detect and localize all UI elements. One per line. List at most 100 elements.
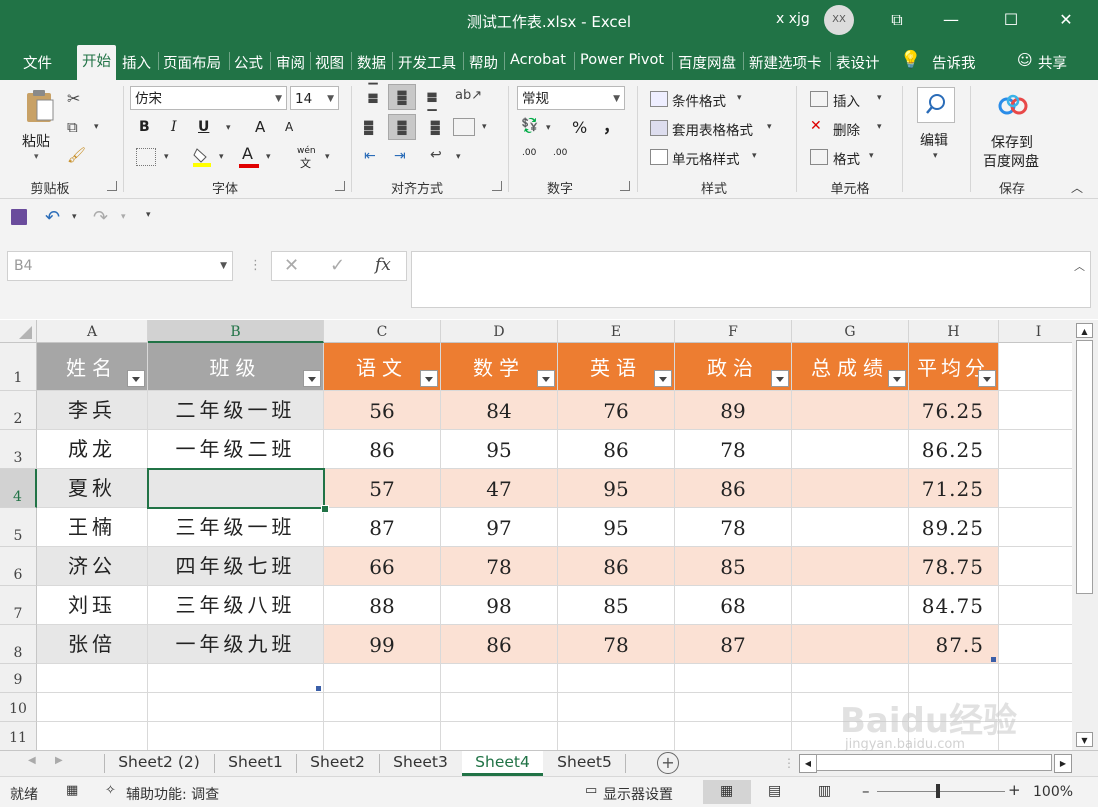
horizontal-scroll-thumb[interactable]: [816, 754, 1052, 771]
cell-empty[interactable]: [999, 469, 1072, 508]
insert-cells-button[interactable]: 插入: [833, 90, 860, 110]
cell-empty[interactable]: [148, 722, 324, 750]
cell-average[interactable]: 71.25: [909, 469, 999, 508]
sheet-tab-sheet2-2[interactable]: Sheet2 (2): [105, 751, 213, 776]
cell-empty[interactable]: [324, 664, 441, 693]
tab-developer[interactable]: 开发工具: [398, 52, 456, 73]
cell-empty[interactable]: [792, 664, 909, 693]
chevron-down-icon[interactable]: ▾: [877, 93, 882, 103]
underline-button[interactable]: U: [198, 119, 209, 135]
tab-help[interactable]: 帮助: [469, 52, 498, 73]
fill-dropdown-icon[interactable]: ▾: [219, 152, 224, 162]
page-layout-view-icon[interactable]: ▤: [768, 783, 781, 799]
cell-politics[interactable]: 85: [675, 547, 792, 586]
column-header-i[interactable]: I: [999, 320, 1072, 343]
cell-politics[interactable]: 78: [675, 508, 792, 547]
cell-english[interactable]: 95: [558, 508, 675, 547]
chevron-down-icon[interactable]: ▾: [933, 151, 938, 161]
editing-button[interactable]: 编辑: [920, 130, 948, 150]
cell-chinese[interactable]: 86: [324, 430, 441, 469]
paste-button[interactable]: 粘贴: [22, 131, 50, 151]
cell-empty[interactable]: [324, 722, 441, 750]
column-header-a[interactable]: A: [37, 320, 148, 343]
save-to-netdisk-line1[interactable]: 保存到: [991, 132, 1033, 152]
cell-average[interactable]: 84.75: [909, 586, 999, 625]
alignment-launcher-icon[interactable]: [492, 181, 502, 191]
cell-total[interactable]: [792, 469, 909, 508]
fill-color-icon[interactable]: [193, 146, 211, 168]
cell-empty[interactable]: [675, 722, 792, 750]
cell-empty[interactable]: [999, 625, 1072, 664]
tab-formulas[interactable]: 公式: [234, 52, 263, 73]
tab-file[interactable]: 文件: [23, 52, 52, 73]
cell-average[interactable]: 86.25: [909, 430, 999, 469]
filter-dropdown-icon[interactable]: [537, 370, 555, 387]
cell-empty[interactable]: [675, 664, 792, 693]
grow-font-button[interactable]: A: [255, 118, 265, 136]
underline-dropdown-icon[interactable]: ▾: [226, 123, 231, 133]
sheet-tab-sheet1[interactable]: Sheet1: [215, 751, 296, 776]
cell-empty[interactable]: [441, 693, 558, 722]
format-as-table-button[interactable]: 套用表格格式: [672, 119, 753, 139]
active-cell-selection[interactable]: [147, 468, 325, 509]
cell-total[interactable]: [792, 586, 909, 625]
name-box[interactable]: B4 ▼: [7, 251, 233, 281]
shrink-font-button[interactable]: A: [285, 120, 293, 134]
page-break-view-icon[interactable]: ▥: [818, 783, 831, 799]
filter-dropdown-icon[interactable]: [420, 370, 438, 387]
cell-name[interactable]: 王楠: [37, 508, 148, 547]
display-settings-button[interactable]: 显示器设置: [603, 784, 673, 804]
cell-empty[interactable]: [558, 722, 675, 750]
cell-total[interactable]: [792, 508, 909, 547]
cell-empty[interactable]: [441, 722, 558, 750]
tab-review[interactable]: 审阅: [276, 52, 305, 73]
filter-dropdown-icon[interactable]: [771, 370, 789, 387]
font-color-dropdown-icon[interactable]: ▾: [266, 152, 271, 162]
column-header-d[interactable]: D: [441, 320, 558, 343]
cell-name[interactable]: 李兵: [37, 391, 148, 430]
chevron-down-icon[interactable]: ▾: [767, 122, 772, 132]
filter-dropdown-icon[interactable]: [303, 370, 321, 387]
row-header-4[interactable]: 4: [0, 469, 37, 508]
chevron-down-icon[interactable]: ▾: [737, 93, 742, 103]
cell-english[interactable]: 78: [558, 625, 675, 664]
cell-empty[interactable]: [999, 391, 1072, 430]
zoom-in-icon[interactable]: +: [1008, 781, 1021, 799]
cell-politics[interactable]: 89: [675, 391, 792, 430]
filter-dropdown-icon[interactable]: [888, 370, 906, 387]
borders-dropdown-icon[interactable]: ▾: [164, 152, 169, 162]
expand-formula-bar-icon[interactable]: ︿: [1074, 258, 1085, 274]
cell-total[interactable]: [792, 547, 909, 586]
filter-dropdown-icon[interactable]: [127, 370, 145, 387]
customize-qat-icon[interactable]: ▾: [146, 210, 151, 220]
cell-politics[interactable]: 87: [675, 625, 792, 664]
column-header-b[interactable]: B: [148, 320, 324, 343]
cell-total[interactable]: [792, 625, 909, 664]
cell-class[interactable]: 三年级一班: [148, 508, 324, 547]
tab-data[interactable]: 数据: [357, 52, 386, 73]
accounting-dropdown-icon[interactable]: ▾: [546, 123, 551, 133]
sheet-tab-sheet2[interactable]: Sheet2: [297, 751, 378, 776]
zoom-slider-track[interactable]: [877, 791, 1005, 792]
tab-insert[interactable]: 插入: [122, 52, 151, 73]
scroll-right-icon[interactable]: ▶: [1054, 754, 1072, 773]
bold-button[interactable]: B: [139, 119, 150, 135]
format-painter-icon[interactable]: 🖌: [67, 146, 86, 164]
increase-decimal-button[interactable]: .00: [522, 148, 536, 158]
cell-total[interactable]: [792, 430, 909, 469]
orientation-icon[interactable]: ab↗: [455, 88, 482, 103]
merge-center-icon[interactable]: [453, 118, 475, 136]
cell-empty[interactable]: [441, 664, 558, 693]
row-header-8[interactable]: 8: [0, 625, 37, 664]
cell-empty[interactable]: [37, 664, 148, 693]
cell-math[interactable]: 47: [441, 469, 558, 508]
phonetic-dropdown-icon[interactable]: ▾: [325, 152, 330, 162]
column-header-f[interactable]: F: [675, 320, 792, 343]
zoom-out-icon[interactable]: –: [862, 782, 870, 800]
delete-cells-button[interactable]: 删除: [833, 119, 860, 139]
row-header-11[interactable]: 11: [0, 722, 37, 750]
user-name[interactable]: x xjg: [776, 11, 810, 27]
table-resize-handle[interactable]: [991, 657, 996, 662]
scroll-up-icon[interactable]: ▲: [1076, 323, 1093, 338]
align-right-icon[interactable]: ▬ ▬ ▬: [423, 116, 441, 138]
